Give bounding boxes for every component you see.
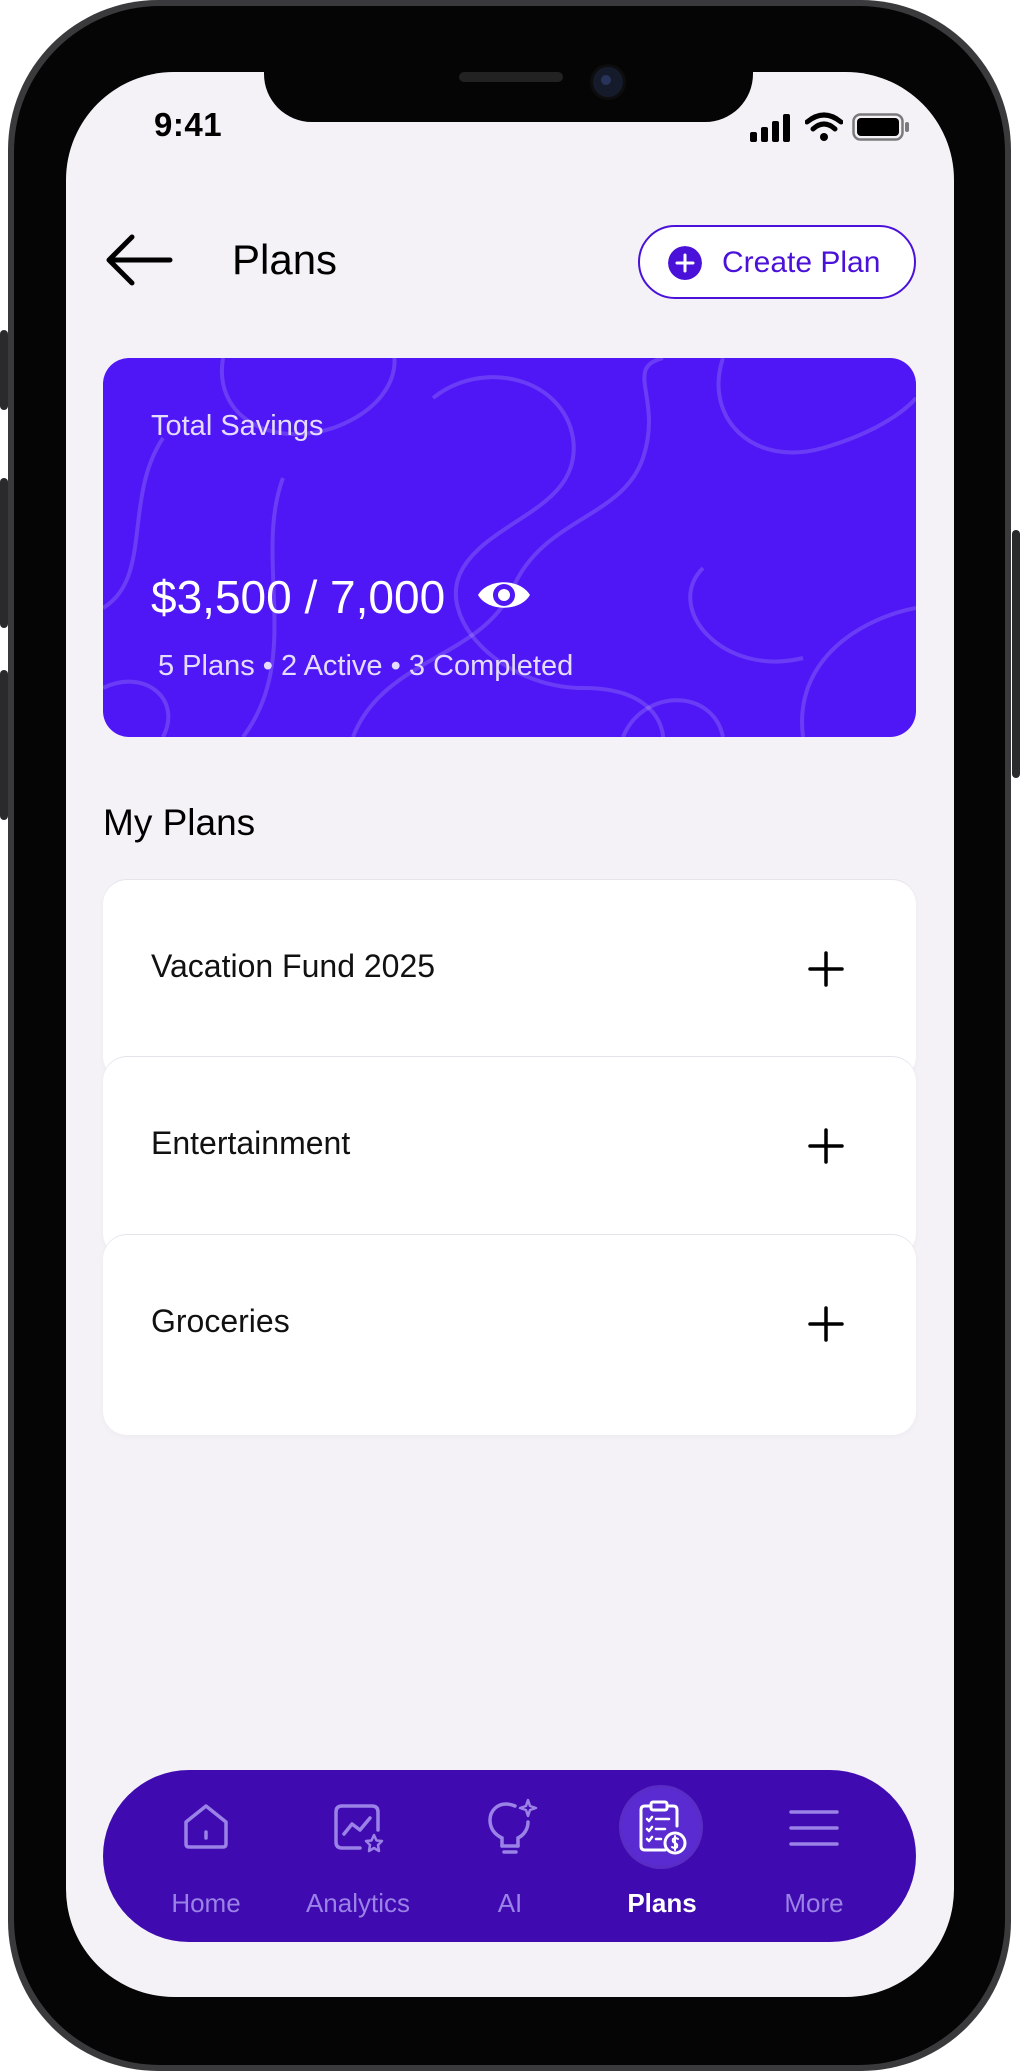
clipboard-dollar-icon	[639, 1800, 687, 1855]
plus-icon[interactable]	[808, 951, 844, 987]
wifi-icon	[805, 112, 843, 141]
battery-icon	[852, 113, 909, 141]
plus-circle-icon	[668, 246, 702, 280]
nav-label-plans: Plans	[627, 1888, 697, 1918]
back-arrow-icon[interactable]	[104, 232, 176, 288]
mute-switch	[0, 330, 8, 410]
nav-label-analytics: Analytics	[305, 1888, 411, 1918]
signal-icon	[750, 114, 790, 142]
eye-icon[interactable]	[476, 574, 532, 616]
plan-name: Groceries	[151, 1303, 290, 1339]
nav-label-more: More	[784, 1888, 844, 1918]
section-title: My Plans	[103, 802, 256, 843]
speaker	[459, 72, 563, 82]
total-savings-label: Total Savings	[151, 410, 324, 442]
plan-name: Vacation Fund 2025	[151, 948, 436, 984]
plan-name: Entertainment	[151, 1125, 351, 1161]
menu-icon	[789, 1810, 839, 1846]
total-savings-amount: $3,500 / 7,000	[151, 571, 446, 623]
lightbulb-sparkle-icon	[488, 1798, 538, 1854]
plus-icon[interactable]	[808, 1128, 844, 1164]
volume-up-button	[0, 478, 8, 628]
home-icon	[184, 1804, 228, 1849]
savings-summary: 5 Plans • 2 Active • 3 Completed	[158, 650, 574, 682]
create-plan-label: Create Plan	[722, 246, 881, 279]
page-title: Plans	[232, 236, 338, 283]
nav-label-home: Home	[171, 1888, 241, 1918]
camera-lens	[601, 75, 611, 85]
nav-label-ai: AI	[497, 1888, 523, 1918]
analytics-icon	[334, 1804, 384, 1853]
volume-down-button	[0, 670, 8, 820]
status-time: 9:41	[154, 106, 223, 143]
power-button	[1012, 530, 1020, 778]
plus-icon[interactable]	[808, 1306, 844, 1342]
